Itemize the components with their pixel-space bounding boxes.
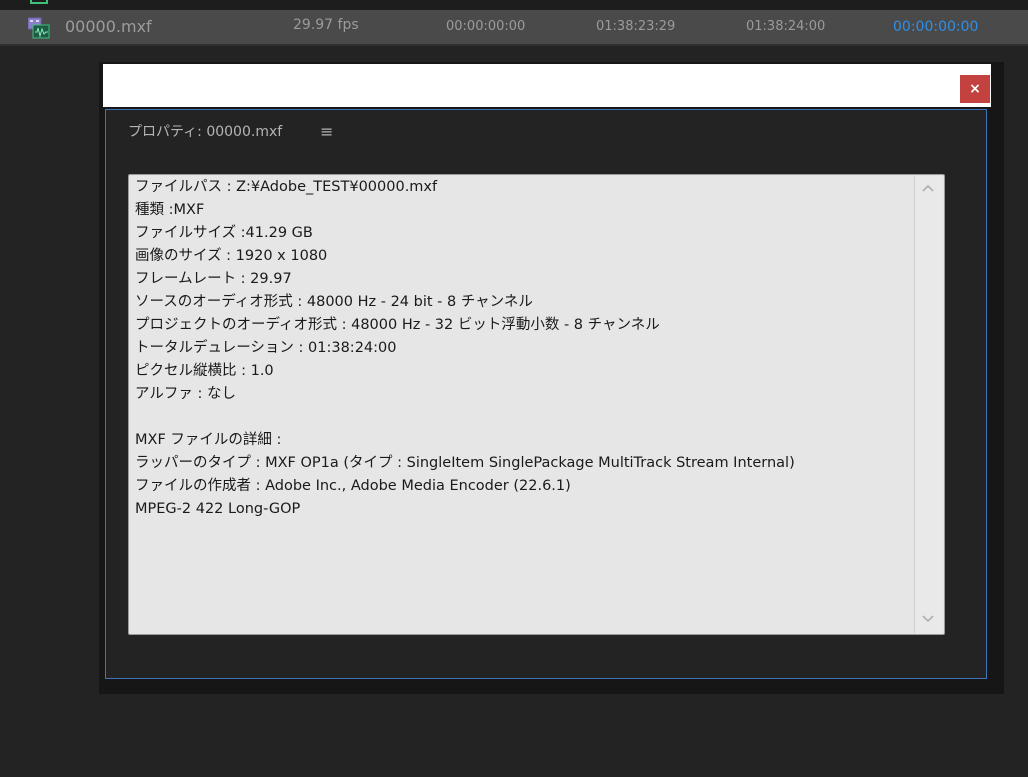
property-line: ラッパーのタイプ : MXF OP1a (タイプ : SingleItem Si… <box>135 455 795 471</box>
dialog-titlebar[interactable] <box>103 64 991 107</box>
vertical-scrollbar[interactable] <box>914 176 943 633</box>
chevron-up-icon[interactable] <box>919 182 937 196</box>
property-line-blank <box>135 406 905 429</box>
property-line: フレームレート : 29.97 <box>135 271 292 287</box>
clip-media-end: 01:38:23:29 <box>596 19 676 34</box>
hamburger-menu-icon[interactable]: ≡ <box>320 122 333 141</box>
property-line: MPEG-2 422 Long-GOP <box>135 501 301 517</box>
property-line: アルファ : なし <box>135 386 236 402</box>
top-strip <box>0 0 1028 10</box>
property-line: ピクセル縦横比 : 1.0 <box>135 363 274 379</box>
property-line: 画像のサイズ : 1920 x 1080 <box>135 248 328 264</box>
clip-frame-rate: 29.97 fps <box>293 17 359 33</box>
bin-icon <box>30 0 48 4</box>
close-button[interactable]: × <box>960 75 990 103</box>
clip-video-in-point[interactable]: 00:00:00:00 <box>893 19 978 35</box>
property-line: 種類 :MXF <box>135 202 205 218</box>
clip-media-start: 00:00:00:00 <box>446 19 526 34</box>
property-line: ソースのオーディオ形式 : 48000 Hz - 24 bit - 8 チャンネ… <box>135 294 533 310</box>
property-line: ファイルパス : Z:¥Adobe_TEST¥00000.mxf <box>135 179 438 195</box>
panel-title: プロパティ: 00000.mxf <box>128 124 283 140</box>
project-clip-row[interactable]: 00000.mxf 29.97 fps 00:00:00:00 01:38:23… <box>0 10 1028 46</box>
clip-name: 00000.mxf <box>65 17 152 36</box>
property-line: プロジェクトのオーディオ形式 : 48000 Hz - 32 ビット浮動小数 -… <box>135 317 660 333</box>
property-line: トータルデュレーション : 01:38:24:00 <box>135 340 397 356</box>
property-line: ファイルサイズ :41.29 GB <box>135 225 313 241</box>
film-audio-clip-icon <box>27 17 50 39</box>
chevron-down-icon[interactable] <box>919 613 937 627</box>
clip-media-duration: 01:38:24:00 <box>746 19 826 34</box>
property-line: MXF ファイルの詳細 : <box>135 432 282 448</box>
property-line: ファイルの作成者 : Adobe Inc., Adobe Media Encod… <box>135 478 571 494</box>
properties-text: ファイルパス : Z:¥Adobe_TEST¥00000.mxf 種類 :MXF… <box>135 176 905 521</box>
close-icon: × <box>969 81 981 97</box>
